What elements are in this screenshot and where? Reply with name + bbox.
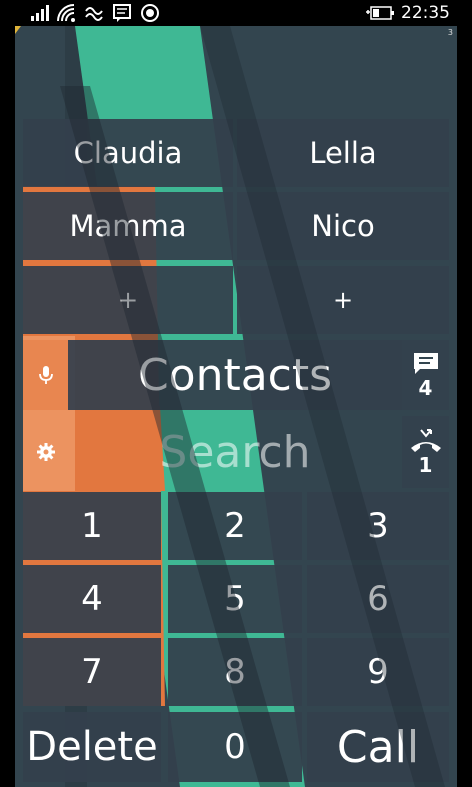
favorite-label: Lella <box>309 136 377 170</box>
plus-label: + <box>332 286 354 314</box>
status-time: 22:35 <box>401 3 450 23</box>
record-icon <box>141 4 159 22</box>
key-9[interactable]: 9 <box>307 638 449 706</box>
missed-call-icon <box>410 429 441 452</box>
favorite-lella[interactable]: Lella <box>237 119 449 187</box>
delete-label: Delete <box>26 724 158 770</box>
key-label: 2 <box>224 506 246 546</box>
add-favorite-button-right[interactable]: + <box>237 266 449 334</box>
key-label: 9 <box>367 652 389 692</box>
messages-count: 4 <box>418 376 433 400</box>
contacts-button[interactable]: Contacts <box>68 340 402 410</box>
key-label: 0 <box>224 727 246 767</box>
key-8[interactable]: 8 <box>168 638 302 706</box>
message-notification-icon <box>113 4 131 22</box>
dialer-app: 3 Claudia Lella Mamma Nico + + Contacts … <box>15 26 457 787</box>
favorite-label: Nico <box>311 209 375 243</box>
favorite-nico[interactable]: Nico <box>237 192 449 260</box>
message-icon <box>413 353 438 374</box>
key-label: 5 <box>224 579 246 619</box>
key-2[interactable]: 2 <box>168 492 302 560</box>
key-label: 4 <box>81 579 103 619</box>
signal-bars-icon <box>31 5 49 21</box>
call-button[interactable]: Call <box>307 712 449 782</box>
delete-button[interactable]: Delete <box>23 712 161 782</box>
favorite-label: Mamma <box>69 209 187 243</box>
key-label: 6 <box>367 579 389 619</box>
contacts-label: Contacts <box>137 349 333 401</box>
key-label: 8 <box>224 652 246 692</box>
key-0[interactable]: 0 <box>168 712 302 782</box>
phone-screen: 22:35 3 Claudia Lella Mamma Nico + + Con… <box>0 0 472 787</box>
add-favorite-button-left[interactable]: + <box>23 266 233 334</box>
key-5[interactable]: 5 <box>168 565 302 633</box>
microphone-button[interactable] <box>23 340 68 410</box>
missed-calls-button[interactable]: 1 <box>402 416 449 488</box>
settings-button[interactable] <box>23 416 68 488</box>
gear-icon <box>36 443 55 461</box>
key-1[interactable]: 1 <box>23 492 161 560</box>
search-label: Search <box>159 426 311 478</box>
favorite-label: Claudia <box>73 136 183 170</box>
key-label: 3 <box>367 506 389 546</box>
plus-label: + <box>117 286 139 314</box>
call-label: Call <box>336 721 420 773</box>
key-3[interactable]: 3 <box>307 492 449 560</box>
wifi-icon <box>57 4 75 22</box>
key-4[interactable]: 4 <box>23 565 161 633</box>
search-button[interactable]: Search <box>68 416 402 488</box>
key-label: 7 <box>81 652 103 692</box>
favorite-claudia[interactable]: Claudia <box>23 119 233 187</box>
corner-badge: 3 <box>447 28 453 37</box>
vibrate-icon <box>85 7 103 21</box>
key-7[interactable]: 7 <box>23 638 161 706</box>
favorite-mamma[interactable]: Mamma <box>23 192 233 260</box>
microphone-icon <box>38 366 53 384</box>
battery-charging-icon <box>366 6 394 20</box>
missed-calls-count: 1 <box>418 453 433 477</box>
messages-button[interactable]: 4 <box>402 340 449 410</box>
status-bar: 22:35 <box>0 0 472 26</box>
key-6[interactable]: 6 <box>307 565 449 633</box>
key-label: 1 <box>81 506 103 546</box>
